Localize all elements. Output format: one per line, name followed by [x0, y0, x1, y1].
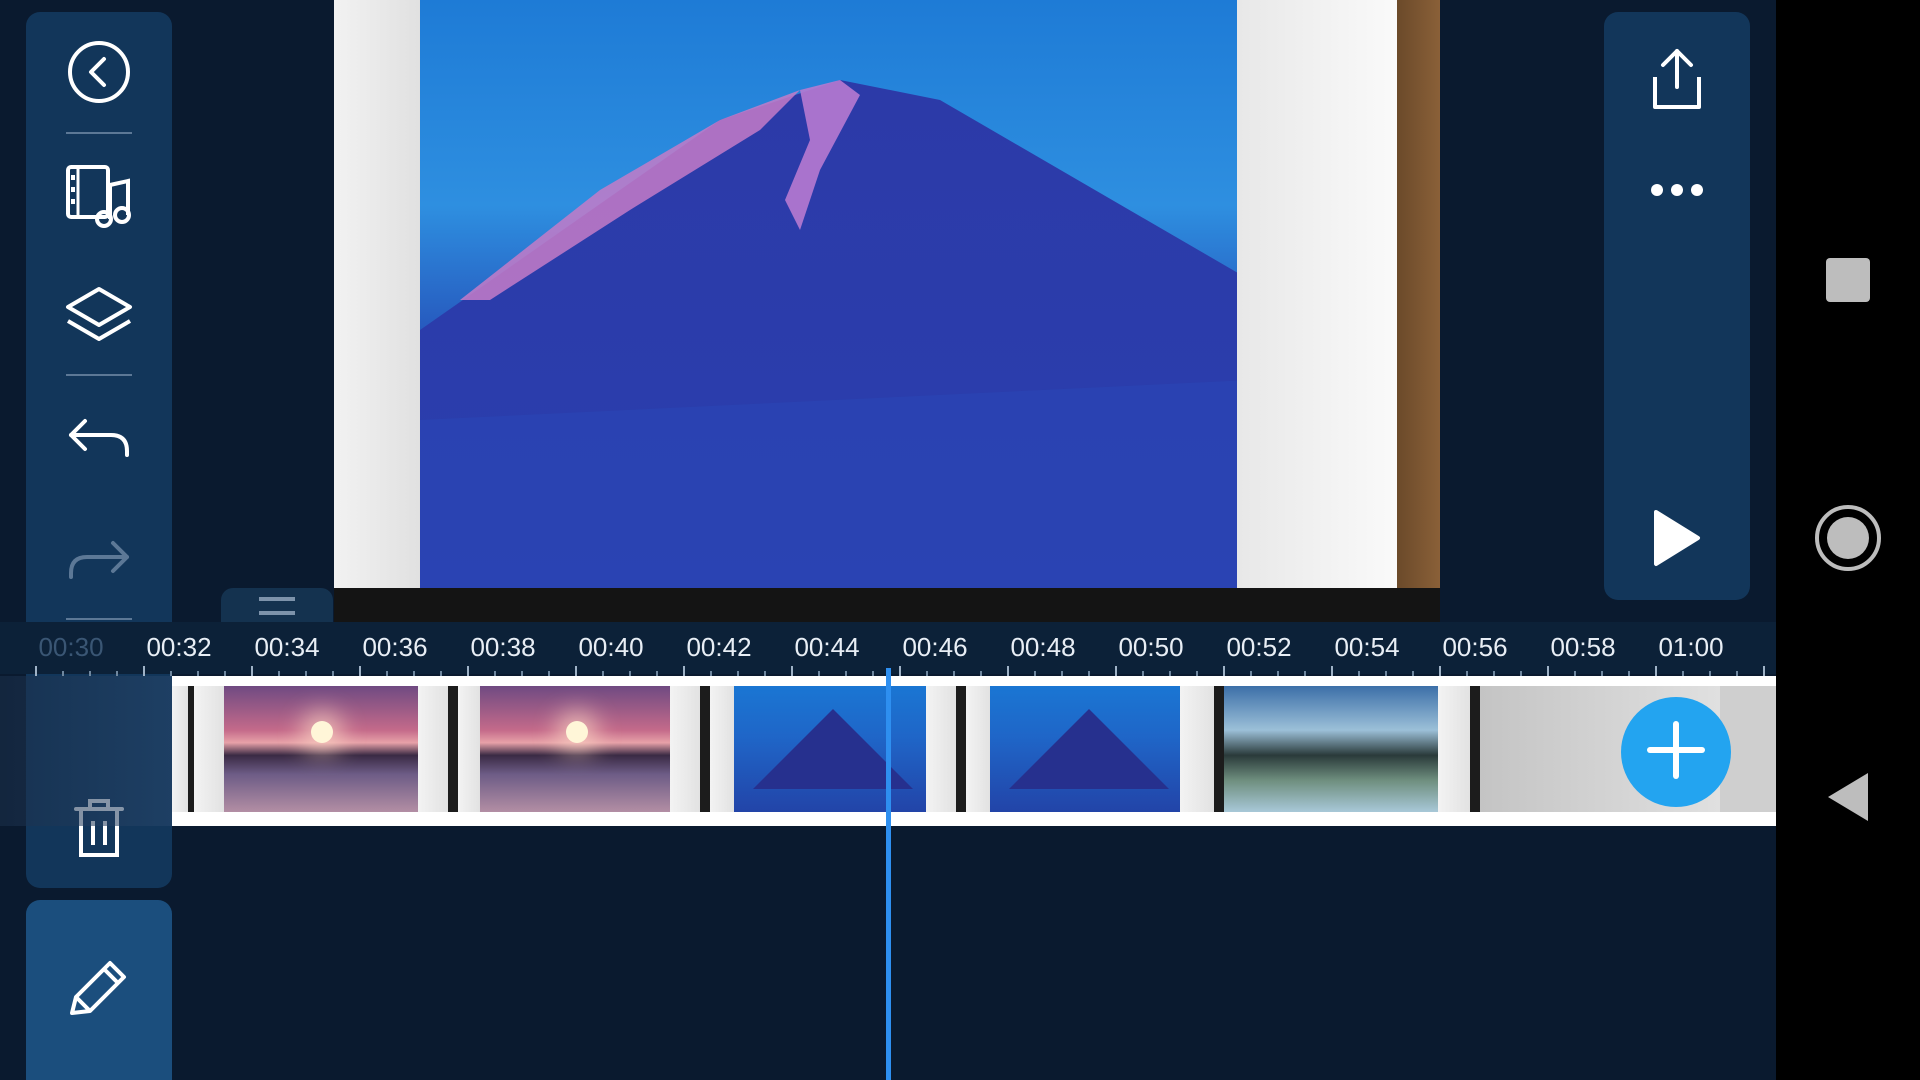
- ruler-tick-label: 00:56: [1442, 632, 1508, 662]
- timeline-clip[interactable]: [1438, 686, 1470, 812]
- preview-paper-right: [1237, 0, 1397, 588]
- ruler-tick-major: [1223, 666, 1225, 676]
- ruler-tick-major: [1331, 666, 1333, 676]
- back-button[interactable]: [26, 22, 172, 122]
- edit-button[interactable]: [26, 900, 172, 1080]
- home-button[interactable]: [1814, 504, 1882, 577]
- ruler-tick-label: 00:36: [362, 632, 428, 662]
- layers-button[interactable]: [26, 266, 172, 366]
- add-clip-button[interactable]: [1621, 697, 1731, 807]
- preview-wood-edge: [1397, 0, 1440, 622]
- ruler-tick-major: [35, 666, 37, 676]
- timeline-clip[interactable]: [990, 686, 1180, 812]
- timeline-clip[interactable]: [1224, 686, 1438, 812]
- ruler-tick-label: 00:34: [254, 632, 320, 662]
- ruler-tick-label: 00:42: [686, 632, 752, 662]
- more-horizontal-icon: [1650, 183, 1704, 202]
- share-upload-icon: [1649, 45, 1705, 116]
- plus-icon: [1644, 718, 1708, 787]
- timeline-clip: [700, 686, 710, 812]
- ruler-tick-label: 00:30: [38, 632, 104, 662]
- more-button[interactable]: [1604, 142, 1750, 242]
- ruler-tick-label: 00:54: [1334, 632, 1400, 662]
- ruler-tick-major: [575, 666, 577, 676]
- ruler-tick-label: 00:38: [470, 632, 536, 662]
- ruler-tick-label: 00:44: [794, 632, 860, 662]
- ruler-tick-label: 00:50: [1118, 632, 1184, 662]
- media-library-button[interactable]: [26, 146, 172, 246]
- timeline-clip[interactable]: [926, 686, 956, 812]
- video-preview[interactable]: [334, 0, 1440, 622]
- timeline-clip[interactable]: [458, 686, 480, 812]
- timeline-clip[interactable]: [172, 686, 188, 812]
- ruler-tick-major: [1547, 666, 1549, 676]
- pencil-icon: [64, 955, 134, 1026]
- right-toolbar: [1604, 12, 1750, 600]
- square-icon: [1825, 257, 1871, 308]
- ruler-tick-major: [467, 666, 469, 676]
- ruler-tick-label: 00:46: [902, 632, 968, 662]
- ruler-tick-label: 00:52: [1226, 632, 1292, 662]
- circle-icon: [1814, 504, 1882, 577]
- timeline-clip[interactable]: [480, 686, 670, 812]
- timeline-clip[interactable]: [1180, 686, 1214, 812]
- undo-icon: [65, 415, 133, 461]
- ruler-tick-label: 00:48: [1010, 632, 1076, 662]
- drag-handle-icon: [257, 595, 297, 622]
- undo-button[interactable]: [26, 388, 172, 488]
- layers-icon: [64, 285, 134, 347]
- timeline-clip[interactable]: [710, 686, 734, 812]
- editor-stage: 00:30 00:32 00:34 00:36 00:38 00:40 00:42 00:44…: [0, 0, 1776, 1080]
- timeline-clip: [956, 686, 966, 812]
- ruler-tick-major: [1115, 666, 1117, 676]
- timeline-clip: [1470, 686, 1480, 812]
- ruler-tick-major: [251, 666, 253, 676]
- timeline-clip: [448, 686, 458, 812]
- redo-button[interactable]: [26, 510, 172, 610]
- ruler-tick-label: 00:32: [146, 632, 212, 662]
- timeline-clip[interactable]: [966, 686, 990, 812]
- play-button[interactable]: [1604, 490, 1750, 590]
- export-button[interactable]: [1604, 30, 1750, 130]
- back-circle-icon: [66, 39, 132, 105]
- ruler-tick-major: [683, 666, 685, 676]
- toolbar-divider: [66, 374, 132, 376]
- triangle-back-icon: [1826, 771, 1870, 828]
- timeline-offscreen-clip: [0, 676, 172, 826]
- ruler-tick-label: 00:58: [1550, 632, 1616, 662]
- ruler-tick-major: [143, 666, 145, 676]
- ruler-tick-major: [1007, 666, 1009, 676]
- back-nav-button[interactable]: [1820, 772, 1876, 826]
- timeline-clip[interactable]: [194, 686, 224, 812]
- system-nav-bar: [1776, 0, 1920, 1080]
- toolbar-divider: [66, 618, 132, 620]
- ruler-tick-major: [1763, 666, 1765, 676]
- ruler-tick-major: [1439, 666, 1441, 676]
- timeline-clip[interactable]: [670, 686, 700, 812]
- ruler-tick-major: [1655, 666, 1657, 676]
- timeline-clip: [1214, 686, 1224, 812]
- play-icon: [1652, 508, 1702, 573]
- media-music-icon: [64, 163, 134, 229]
- recents-button[interactable]: [1824, 257, 1872, 308]
- ruler-tick-major: [899, 666, 901, 676]
- timeline-playhead[interactable]: [886, 668, 891, 1080]
- timeline-video-track[interactable]: [172, 676, 1776, 826]
- timeline-ruler[interactable]: 00:30 00:32 00:34 00:36 00:38 00:40 00:42 00:44…: [0, 622, 1776, 676]
- ruler-tick-label: 00:40: [578, 632, 644, 662]
- preview-mountain-image: [420, 0, 1250, 588]
- timeline-clip[interactable]: [734, 686, 926, 812]
- toolbar-divider: [66, 132, 132, 134]
- ruler-tick-major: [359, 666, 361, 676]
- timeline-clip[interactable]: [418, 686, 448, 812]
- ruler-tick-major: [791, 666, 793, 676]
- timeline-clip[interactable]: [224, 686, 418, 812]
- ruler-tick-label: 01:00: [1658, 632, 1724, 662]
- redo-icon: [65, 537, 133, 583]
- preview-bezel: [334, 588, 1440, 622]
